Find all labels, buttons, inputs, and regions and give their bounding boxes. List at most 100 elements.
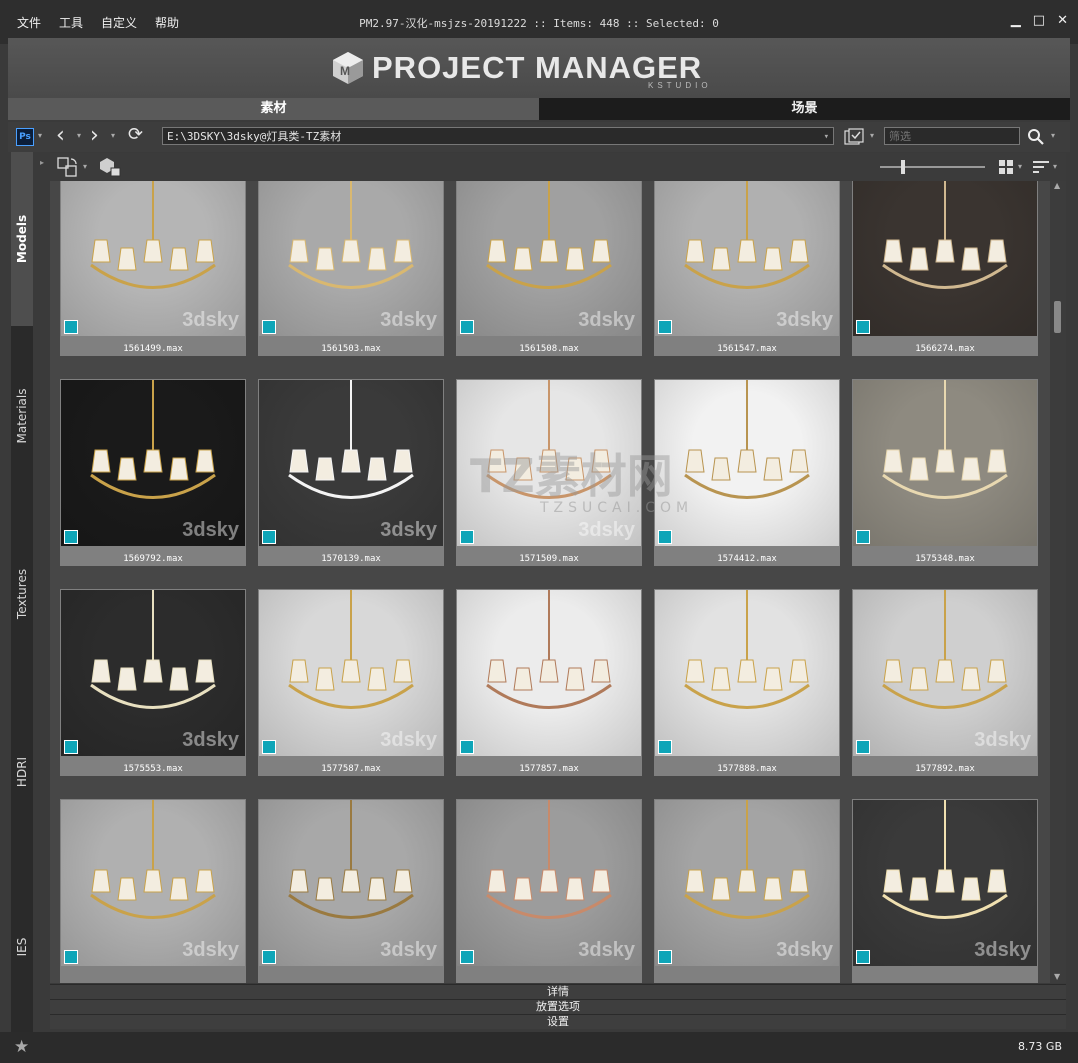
watermark-label: 3dsky	[974, 729, 1031, 751]
favorite-star-icon[interactable]: ★	[14, 1037, 29, 1057]
convert-icon[interactable]	[56, 156, 80, 178]
asset-grid: 3dsky 1561499.max 3dsky 1561503.max 3dsky 156…	[50, 181, 1050, 983]
asset-thumbnail: 3dsky	[853, 800, 1037, 966]
max-file-icon	[856, 530, 870, 544]
logo-subtitle: KSTUDIO	[648, 81, 712, 90]
asset-card[interactable]: 3dsky 1571509.max	[456, 379, 642, 566]
refresh-icon[interactable]: ⟳	[128, 124, 143, 145]
asset-card[interactable]: 3dsky 1561499.max	[60, 181, 246, 356]
asset-filename: 1570139.max	[321, 554, 381, 564]
placement-panel-header[interactable]: 放置选项	[50, 999, 1066, 1014]
asset-card[interactable]: 3dsky 1561547.max	[654, 181, 840, 356]
asset-card[interactable]: 3dsky	[852, 799, 1038, 983]
asset-card[interactable]: 3dsky 1561508.max	[456, 181, 642, 356]
asset-thumbnail: 3dsky	[457, 181, 641, 336]
sort-icon[interactable]	[1032, 159, 1050, 175]
watermark-label: 3dsky	[776, 939, 833, 961]
search-icon[interactable]	[1027, 128, 1045, 146]
cube-logo-icon: M	[333, 52, 363, 84]
asset-thumbnail: 3dsky	[61, 380, 245, 546]
asset-card[interactable]: 3dsky 1561503.max	[258, 181, 444, 356]
details-label: 详情	[547, 985, 569, 998]
grid-view-icon[interactable]	[998, 159, 1014, 175]
grid-scrollbar[interactable]: ▲ ▼	[1050, 181, 1066, 983]
path-dropdown-icon[interactable]: ▾	[824, 128, 829, 146]
watermark-label: 3dsky	[182, 939, 239, 961]
side-tab-models[interactable]: Models	[11, 152, 33, 326]
asset-filename: 1577892.max	[915, 764, 975, 774]
max-file-icon	[64, 320, 78, 334]
maximize-button[interactable]: □	[1033, 13, 1045, 28]
side-tab-ies[interactable]: IES	[11, 862, 33, 1032]
scroll-down-icon[interactable]: ▼	[1054, 972, 1060, 981]
expand-arrow-icon[interactable]: ▸	[40, 158, 44, 167]
asset-card[interactable]: 3dsky	[456, 799, 642, 983]
asset-card[interactable]: 1574412.max	[654, 379, 840, 566]
asset-card[interactable]: 1577857.max	[456, 589, 642, 776]
asset-card[interactable]: 3dsky 1575553.max	[60, 589, 246, 776]
asset-filename: 1561508.max	[519, 344, 579, 354]
toolbar: Ps ▾ ‹ ▾ › ▾ ⟳ E:\3DSKY\3dsky@灯具类-TZ素材 ▾…	[8, 122, 1070, 152]
asset-card[interactable]: 3dsky 1577892.max	[852, 589, 1038, 776]
asset-card[interactable]: 3dsky	[258, 799, 444, 983]
asset-card[interactable]: 1566274.max	[852, 181, 1038, 356]
asset-thumbnail	[853, 380, 1037, 546]
side-tab-textures[interactable]: Textures	[11, 506, 33, 682]
details-panel-header[interactable]: 详情	[50, 984, 1066, 999]
convert-dropdown-icon[interactable]: ▾	[83, 162, 87, 171]
view-dropdown-icon[interactable]: ▾	[1018, 162, 1022, 171]
ps-dropdown-icon[interactable]: ▾	[38, 131, 42, 140]
zoom-slider[interactable]	[880, 160, 985, 174]
content-toolbar: ▾ ▾ ▾	[50, 153, 1066, 181]
forward-icon[interactable]: ›	[90, 123, 99, 148]
side-tab-label: Models	[15, 214, 29, 264]
back-dropdown-icon[interactable]: ▾	[77, 131, 81, 140]
side-tab-hdri[interactable]: HDRI	[11, 684, 33, 860]
asset-card[interactable]: 3dsky	[60, 799, 246, 983]
close-button[interactable]: ✕	[1057, 13, 1068, 28]
watermark-label: 3dsky	[182, 519, 239, 541]
asset-card[interactable]: 3dsky 1577587.max	[258, 589, 444, 776]
max-file-icon	[262, 740, 276, 754]
asset-thumbnail	[457, 590, 641, 756]
watermark-label: 3dsky	[380, 519, 437, 541]
asset-card[interactable]: 3dsky	[654, 799, 840, 983]
checklist-dropdown-icon[interactable]: ▾	[870, 131, 874, 140]
asset-thumbnail: 3dsky	[61, 800, 245, 966]
asset-filename: 1569792.max	[123, 554, 183, 564]
asset-card[interactable]: 3dsky 1569792.max	[60, 379, 246, 566]
max-file-icon	[460, 320, 474, 334]
zoom-slider-knob[interactable]	[901, 160, 905, 174]
search-dropdown-icon[interactable]: ▾	[1051, 131, 1055, 140]
forward-dropdown-icon[interactable]: ▾	[111, 131, 115, 140]
path-field[interactable]: E:\3DSKY\3dsky@灯具类-TZ素材 ▾	[162, 127, 834, 145]
watermark-label: 3dsky	[182, 309, 239, 331]
side-tab-materials[interactable]: Materials	[11, 328, 33, 504]
max-file-icon	[460, 740, 474, 754]
watermark-label: 3dsky	[380, 309, 437, 331]
checklist-icon[interactable]	[844, 128, 864, 146]
merge-cube-icon[interactable]	[98, 156, 122, 178]
photoshop-icon[interactable]: Ps	[16, 128, 34, 146]
settings-panel-header[interactable]: 设置	[50, 1014, 1066, 1029]
asset-card[interactable]: 1577888.max	[654, 589, 840, 776]
lamp-illustration	[486, 590, 612, 709]
side-tab-label: Textures	[15, 568, 29, 620]
back-icon[interactable]: ‹	[56, 123, 65, 148]
asset-filename: 1571509.max	[519, 554, 579, 564]
scroll-thumb[interactable]	[1054, 301, 1061, 333]
filter-input[interactable]	[884, 127, 1020, 145]
tab-scenes[interactable]: 场景	[539, 98, 1070, 120]
asset-card[interactable]: 1575348.max	[852, 379, 1038, 566]
asset-filename: 1577857.max	[519, 764, 579, 774]
lamp-illustration	[684, 590, 810, 709]
minimize-button[interactable]: ▁	[1011, 13, 1021, 28]
window-controls: ▁ □ ✕	[1011, 13, 1068, 28]
asset-thumbnail: 3dsky	[853, 590, 1037, 756]
scroll-up-icon[interactable]: ▲	[1054, 181, 1060, 190]
tab-assets[interactable]: 素材	[8, 98, 539, 120]
asset-filename: 1574412.max	[717, 554, 777, 564]
asset-card[interactable]: 3dsky 1570139.max	[258, 379, 444, 566]
status-bar: ★ 8.73 GB	[0, 1032, 1078, 1063]
sort-dropdown-icon[interactable]: ▾	[1053, 162, 1057, 171]
